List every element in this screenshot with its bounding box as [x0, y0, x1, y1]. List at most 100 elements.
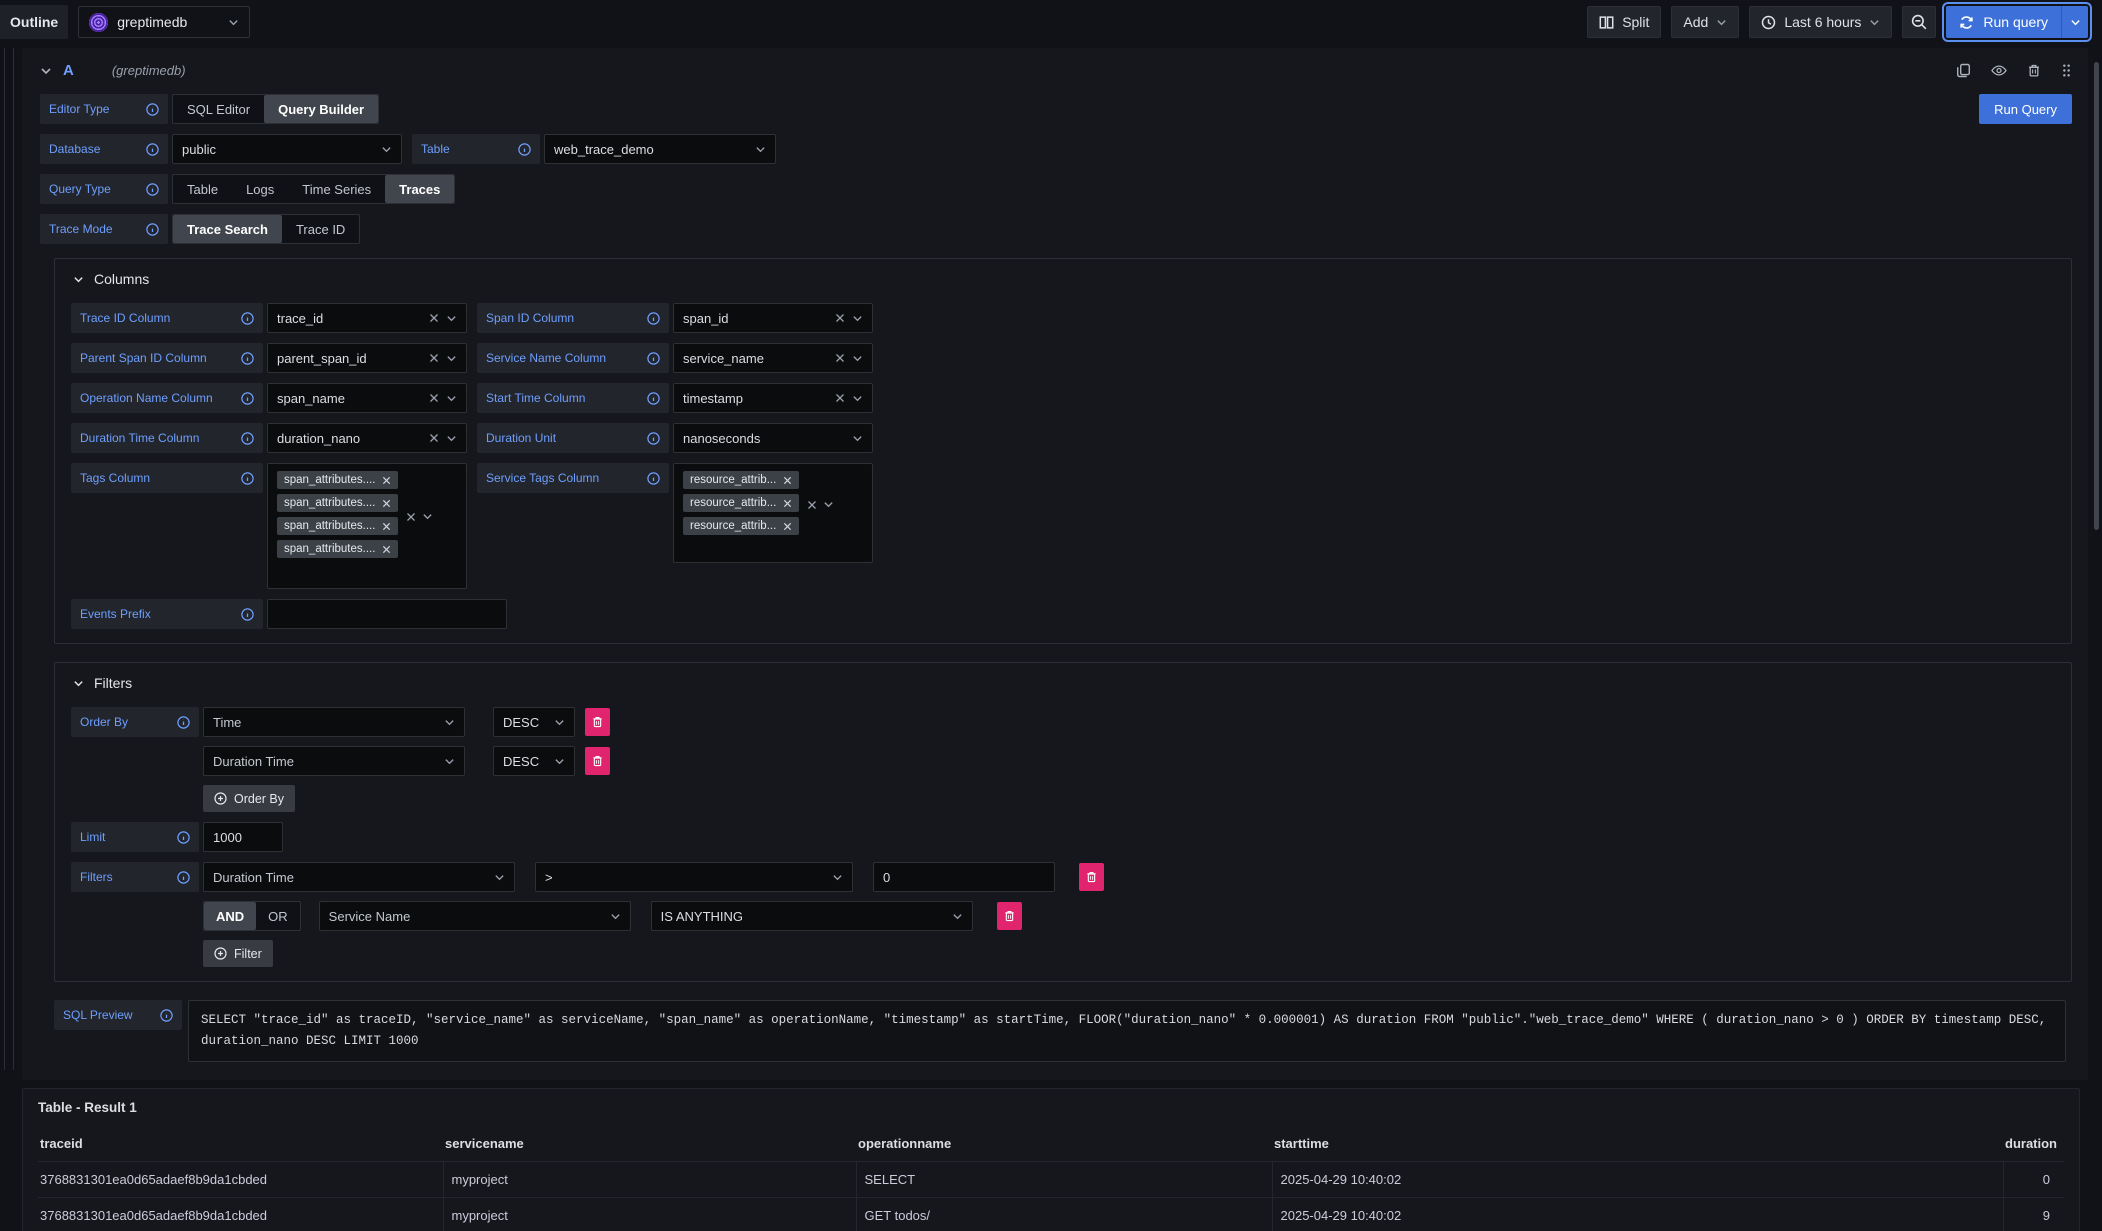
clear-icon[interactable] — [835, 353, 845, 363]
clear-icon[interactable] — [429, 433, 439, 443]
remove-tag-icon[interactable] — [382, 522, 391, 531]
query-type-option-time-series[interactable]: Time Series — [288, 175, 385, 203]
remove-filter-button[interactable] — [1079, 863, 1104, 891]
info-icon[interactable] — [177, 831, 190, 844]
remove-tag-icon[interactable] — [783, 476, 792, 485]
info-icon[interactable] — [241, 352, 254, 365]
logic-operator-or[interactable]: OR — [256, 902, 300, 930]
trace-id-column-select[interactable]: trace_id — [267, 303, 467, 333]
logic-operator-and[interactable]: AND — [204, 902, 256, 930]
chevron-down-icon[interactable] — [823, 499, 834, 510]
remove-tag-icon[interactable] — [783, 499, 792, 508]
filter-field-select[interactable]: Service Name — [319, 901, 631, 931]
remove-tag-icon[interactable] — [382, 476, 391, 485]
query-type-option-logs[interactable]: Logs — [232, 175, 288, 203]
span-id-column-select[interactable]: span_id — [673, 303, 873, 333]
info-icon[interactable] — [518, 143, 531, 156]
query-ref-id[interactable]: A — [63, 62, 74, 79]
editor-type-option-query-builder[interactable]: Query Builder — [264, 95, 378, 123]
scrollbar-thumb[interactable] — [2094, 62, 2099, 530]
run-query-options-caret[interactable] — [2061, 6, 2088, 38]
duration-unit-select[interactable]: nanoseconds — [673, 423, 873, 453]
duplicate-query-icon[interactable] — [1956, 63, 1971, 78]
events-prefix-input[interactable] — [267, 599, 507, 629]
tags-column-multiselect[interactable]: span_attributes.... span_attributes.... … — [267, 463, 467, 589]
column-header-starttime[interactable]: starttime — [1272, 1129, 2003, 1162]
filter-field-select[interactable]: Duration Time — [203, 862, 515, 892]
editor-type-option-sql-editor[interactable]: SQL Editor — [173, 95, 264, 123]
info-icon[interactable] — [241, 432, 254, 445]
filters-section-header[interactable]: Filters — [73, 675, 2055, 691]
add-order-by-button[interactable]: Order By — [203, 785, 295, 812]
tag-chip[interactable]: resource_attrib... — [683, 471, 799, 489]
info-icon[interactable] — [647, 352, 660, 365]
remove-tag-icon[interactable] — [382, 545, 391, 554]
table-select[interactable]: web_trace_demo — [544, 134, 776, 164]
remove-order-by-button[interactable] — [585, 708, 610, 736]
clear-icon[interactable] — [429, 393, 439, 403]
add-filter-button[interactable]: Filter — [203, 940, 273, 967]
info-icon[interactable] — [647, 392, 660, 405]
time-range-picker[interactable]: Last 6 hours — [1749, 6, 1892, 38]
remove-tag-icon[interactable] — [382, 499, 391, 508]
info-icon[interactable] — [241, 608, 254, 621]
trace-mode-option-trace-search[interactable]: Trace Search — [173, 215, 282, 243]
column-header-operationname[interactable]: operationname — [856, 1129, 1272, 1162]
info-icon[interactable] — [146, 103, 159, 116]
tag-chip[interactable]: span_attributes.... — [277, 471, 398, 489]
remove-tag-icon[interactable] — [783, 522, 792, 531]
filter-operator-select[interactable]: > — [535, 862, 853, 892]
database-select[interactable]: public — [172, 134, 402, 164]
info-icon[interactable] — [647, 432, 660, 445]
collapse-chevron-icon[interactable] — [40, 65, 51, 76]
info-icon[interactable] — [647, 312, 660, 325]
hide-query-eye-icon[interactable] — [1991, 64, 2007, 77]
service-tags-column-multiselect[interactable]: resource_attrib... resource_attrib... re… — [673, 463, 873, 563]
chevron-down-icon[interactable] — [422, 511, 433, 522]
clear-icon[interactable] — [429, 313, 439, 323]
run-query-button[interactable]: Run query — [1946, 6, 2061, 38]
tag-chip[interactable]: span_attributes.... — [277, 494, 398, 512]
info-icon[interactable] — [647, 472, 660, 485]
outline-tab[interactable]: Outline — [0, 5, 68, 39]
filter-operator-select[interactable]: IS ANYTHING — [651, 901, 973, 931]
tag-chip[interactable]: span_attributes.... — [277, 517, 398, 535]
info-icon[interactable] — [241, 312, 254, 325]
column-header-duration[interactable]: duration — [2003, 1129, 2064, 1162]
duration-time-column-select[interactable]: duration_nano — [267, 423, 467, 453]
order-by-field-select[interactable]: Duration Time — [203, 746, 465, 776]
remove-filter-button[interactable] — [997, 902, 1022, 930]
info-icon[interactable] — [177, 871, 190, 884]
operation-name-column-select[interactable]: span_name — [267, 383, 467, 413]
service-name-column-select[interactable]: service_name — [673, 343, 873, 373]
info-icon[interactable] — [177, 716, 190, 729]
info-icon[interactable] — [160, 1009, 173, 1022]
info-icon[interactable] — [146, 183, 159, 196]
parent-span-id-column-select[interactable]: parent_span_id — [267, 343, 467, 373]
columns-section-header[interactable]: Columns — [73, 271, 2055, 287]
info-icon[interactable] — [241, 392, 254, 405]
order-by-field-select[interactable]: Time — [203, 707, 465, 737]
delete-query-trash-icon[interactable] — [2027, 63, 2041, 78]
trace-id-link[interactable]: 3768831301ea0d65adaef8b9da1cbded — [38, 1162, 443, 1198]
filter-value-input[interactable]: 0 — [873, 862, 1055, 892]
order-by-direction-select[interactable]: DESC — [493, 746, 575, 776]
tag-chip[interactable]: resource_attrib... — [683, 517, 799, 535]
info-icon[interactable] — [146, 143, 159, 156]
start-time-column-select[interactable]: timestamp — [673, 383, 873, 413]
panel-run-query-button[interactable]: Run Query — [1979, 94, 2072, 124]
split-button[interactable]: Split — [1587, 6, 1661, 38]
tag-chip[interactable]: span_attributes.... — [277, 540, 398, 558]
tag-chip[interactable]: resource_attrib... — [683, 494, 799, 512]
order-by-direction-select[interactable]: DESC — [493, 707, 575, 737]
info-icon[interactable] — [241, 472, 254, 485]
drag-handle-icon[interactable] — [2061, 63, 2072, 78]
info-icon[interactable] — [146, 223, 159, 236]
query-type-option-traces[interactable]: Traces — [385, 175, 454, 203]
zoom-out-button[interactable] — [1902, 6, 1936, 38]
trace-mode-option-trace-id[interactable]: Trace ID — [282, 215, 359, 243]
clear-icon[interactable] — [835, 393, 845, 403]
clear-all-icon[interactable] — [807, 500, 817, 510]
clear-all-icon[interactable] — [406, 512, 416, 522]
trace-id-link[interactable]: 3768831301ea0d65adaef8b9da1cbded — [38, 1198, 443, 1231]
